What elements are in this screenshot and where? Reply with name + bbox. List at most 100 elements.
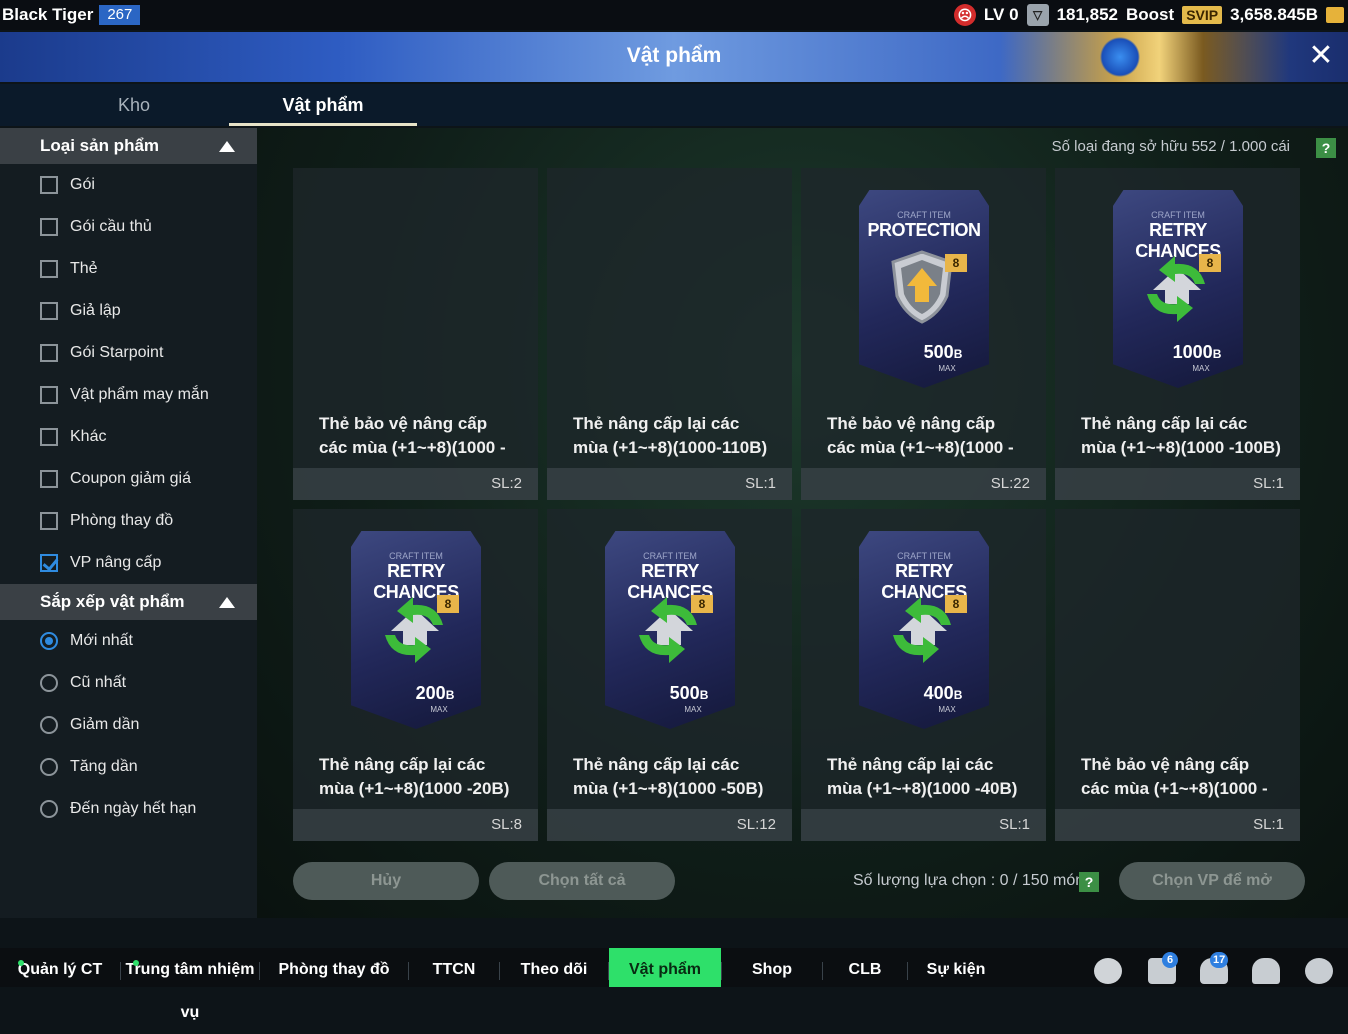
- nav-item[interactable]: TTCN: [409, 948, 499, 987]
- checkbox[interactable]: [40, 470, 58, 488]
- item-quantity: SL:1: [547, 468, 792, 500]
- price-unit: B: [953, 347, 963, 361]
- sort-option[interactable]: Cũ nhất: [0, 662, 257, 704]
- settings-gear-icon[interactable]: [1305, 958, 1333, 984]
- balance-amount: 3,658.845B: [1230, 5, 1318, 24]
- type-filter-header[interactable]: Loại sản phẩm: [0, 128, 257, 164]
- checkbox[interactable]: [40, 386, 58, 404]
- filter-option[interactable]: Giả lập: [0, 290, 257, 332]
- nav-item[interactable]: Sự kiện: [908, 948, 1004, 987]
- item-name: Thẻ bảo vệ nâng cấp các mùa (+1~+8)(1000…: [1081, 755, 1268, 798]
- nav-item[interactable]: Quản lý CT: [0, 948, 120, 987]
- sort-option-label: Mới nhất: [70, 632, 133, 649]
- player-level-badge: 267: [99, 5, 141, 25]
- price-value: 400: [923, 683, 954, 703]
- item-price: 500B: [859, 342, 989, 363]
- item-card[interactable]: CRAFT ITEM RETRY CHANCES 8 500B MAX Thẻ nâng …: [547, 509, 792, 841]
- checkbox[interactable]: [40, 176, 58, 194]
- item-card[interactable]: CRAFT ITEM RETRY CHANCES 8 200B MAX Thẻ nâng …: [293, 509, 538, 841]
- item-name: Thẻ bảo vệ nâng cấp các mùa (+1~+8)(1000…: [319, 414, 506, 457]
- filter-option[interactable]: Phòng thay đồ: [0, 500, 257, 542]
- radio-button[interactable]: [40, 674, 58, 692]
- close-button[interactable]: ✕: [1306, 41, 1336, 72]
- item-quantity: SL:22: [801, 468, 1046, 500]
- status-dot-icon: [133, 960, 139, 966]
- price-value: 200: [415, 683, 446, 703]
- sort-option[interactable]: Mới nhất: [0, 620, 257, 662]
- help-icon[interactable]: ?: [1316, 138, 1336, 158]
- item-kind: PROTECTION: [867, 220, 981, 240]
- filter-option[interactable]: VP nâng cấp: [0, 542, 257, 584]
- select-all-button[interactable]: Chọn tất cả: [489, 862, 675, 900]
- radio-button[interactable]: [40, 800, 58, 818]
- nav-item[interactable]: Trung tâm nhiệm vụ: [121, 948, 259, 1021]
- level-badge: 8: [691, 595, 713, 613]
- max-label: MAX: [938, 705, 956, 714]
- nav-item[interactable]: Vật phẩm: [609, 948, 721, 987]
- price-unit: B: [699, 688, 709, 702]
- checkbox[interactable]: [40, 554, 58, 572]
- nav-item-label: Sự kiện: [926, 961, 986, 978]
- max-label: MAX: [938, 364, 956, 373]
- filter-option-label: Phòng thay đồ: [70, 512, 174, 529]
- item-card-image: CRAFT ITEM RETRY CHANCES 8 500B MAX: [605, 531, 735, 729]
- filter-option[interactable]: Coupon giảm giá: [0, 458, 257, 500]
- item-price: 500B: [605, 683, 735, 704]
- nav-item[interactable]: Shop: [722, 948, 822, 987]
- cancel-button[interactable]: Hủy: [293, 862, 479, 900]
- item-card[interactable]: CRAFT ITEM RETRY CHANCES 8 400B MAX Thẻ nâng …: [801, 509, 1046, 841]
- radio-button[interactable]: [40, 758, 58, 776]
- item-quantity: SL:8: [293, 809, 538, 841]
- sort-option[interactable]: Đến ngày hết hạn: [0, 788, 257, 830]
- tab-bar: Kho Vật phẩm: [0, 84, 1348, 126]
- filter-option[interactable]: Khác: [0, 416, 257, 458]
- notification-badge: 17: [1210, 952, 1229, 968]
- item-card[interactable]: Thẻ bảo vệ nâng cấp các mùa (+1~+8)(1000…: [293, 168, 538, 500]
- filter-option[interactable]: Gói Starpoint: [0, 332, 257, 374]
- chat-icon[interactable]: [1094, 958, 1122, 984]
- craft-label: CRAFT ITEM: [643, 551, 697, 561]
- item-card[interactable]: Thẻ nâng cấp lại các mùa (+1~+8)(1000-11…: [547, 168, 792, 500]
- nav-item[interactable]: Theo dõi: [500, 948, 608, 987]
- filter-option[interactable]: Gói cầu thủ: [0, 206, 257, 248]
- checkbox[interactable]: [40, 260, 58, 278]
- filter-option-label: Gói: [70, 176, 95, 193]
- level-badge: 8: [945, 595, 967, 613]
- checkbox[interactable]: [40, 218, 58, 236]
- radio-button[interactable]: [40, 716, 58, 734]
- filter-option[interactable]: Vật phẩm may mắn: [0, 374, 257, 416]
- item-price: 1000B: [1113, 342, 1243, 363]
- nav-item[interactable]: Phòng thay đồ: [260, 948, 408, 987]
- item-card[interactable]: CRAFT ITEM PROTECTION 8 500B MAX Thẻ bảo vệ n…: [801, 168, 1046, 500]
- filter-option[interactable]: Gói: [0, 164, 257, 206]
- level-badge: 8: [437, 595, 459, 613]
- checkbox[interactable]: [40, 302, 58, 320]
- nav-item[interactable]: CLB: [823, 948, 907, 987]
- fc-amount: 181,852: [1056, 5, 1119, 24]
- sort-option[interactable]: Giảm dần: [0, 704, 257, 746]
- level-badge: 8: [945, 254, 967, 272]
- coin-icon: [1326, 7, 1344, 23]
- help-icon[interactable]: ?: [1079, 872, 1099, 892]
- sort-option[interactable]: Tăng dần: [0, 746, 257, 788]
- radio-button[interactable]: [40, 632, 58, 650]
- item-card[interactable]: CRAFT ITEM RETRY CHANCES 8 1000B MAX Thẻ nâng…: [1055, 168, 1300, 500]
- window-titlebar: Vật phẩm: [0, 32, 1348, 82]
- tab-kho[interactable]: Kho: [40, 84, 228, 126]
- checkbox[interactable]: [40, 344, 58, 362]
- price-unit: B: [1212, 347, 1222, 361]
- craft-label: CRAFT ITEM: [897, 551, 951, 561]
- open-selected-button[interactable]: Chọn VP để mở: [1119, 862, 1305, 900]
- sort-option-label: Đến ngày hết hạn: [70, 800, 197, 817]
- filter-option[interactable]: Thẻ: [0, 248, 257, 290]
- profile-icon[interactable]: [1252, 958, 1280, 984]
- checkbox[interactable]: [40, 512, 58, 530]
- item-card[interactable]: Thẻ bảo vệ nâng cấp các mùa (+1~+8)(1000…: [1055, 509, 1300, 841]
- tab-vat-pham[interactable]: Vật phẩm: [229, 84, 417, 126]
- sort-header[interactable]: Sắp xếp vật phẩm: [0, 584, 257, 620]
- item-name: Thẻ bảo vệ nâng cấp các mùa (+1~+8)(1000…: [827, 414, 1014, 457]
- window-title: Vật phẩm: [626, 44, 722, 67]
- nav-item-label: Theo dõi: [520, 961, 588, 978]
- checkbox[interactable]: [40, 428, 58, 446]
- collapse-icon: [219, 141, 235, 152]
